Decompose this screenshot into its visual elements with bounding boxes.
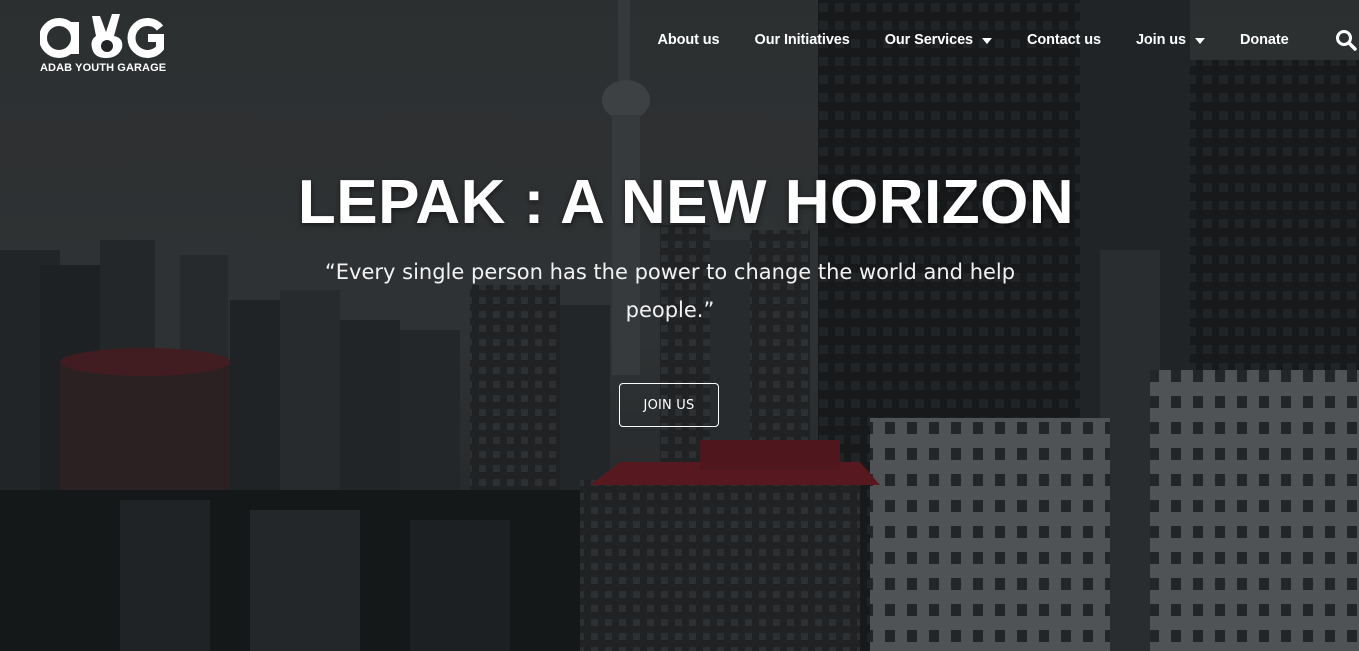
- site-header: ADAB YOUTH GARAGE About us Our Initiativ…: [0, 0, 1359, 80]
- nav-about-us-label: About us: [657, 32, 720, 48]
- join-us-button[interactable]: JOIN US: [619, 383, 719, 427]
- site-logo[interactable]: ADAB YOUTH GARAGE: [40, 8, 180, 76]
- nav-contact-us-label: Contact us: [1027, 32, 1101, 48]
- brand-name: ADAB YOUTH GARAGE: [40, 62, 167, 74]
- nav-join-us-label: Join us: [1135, 32, 1186, 48]
- hero-title: LEPAK : A NEW HORIZON: [297, 168, 1075, 237]
- search-icon: [1336, 30, 1357, 51]
- chevron-down-icon: [982, 37, 993, 44]
- hero-quote: “Every single person has the power to ch…: [324, 260, 1016, 322]
- ayg-peace-hand-logo-icon: [40, 14, 164, 58]
- nav-our-services-label: Our Services: [884, 32, 974, 48]
- hero-section: ADAB YOUTH GARAGE About us Our Initiativ…: [0, 0, 1359, 651]
- main-navigation: About us Our Initiatives Our Services Co…: [640, 28, 1306, 52]
- nav-join-us[interactable]: Join us: [1118, 32, 1222, 48]
- nav-our-services[interactable]: Our Services: [867, 32, 1009, 48]
- nav-our-initiatives[interactable]: Our Initiatives: [737, 32, 867, 48]
- nav-donate-label: Donate: [1240, 32, 1289, 48]
- nav-donate[interactable]: Donate: [1223, 32, 1307, 48]
- nav-our-initiatives-label: Our Initiatives: [754, 32, 850, 48]
- nav-contact-us[interactable]: Contact us: [1010, 32, 1119, 48]
- search-button[interactable]: [1335, 29, 1357, 51]
- chevron-down-icon: [1195, 37, 1205, 44]
- nav-about-us[interactable]: About us: [640, 32, 737, 48]
